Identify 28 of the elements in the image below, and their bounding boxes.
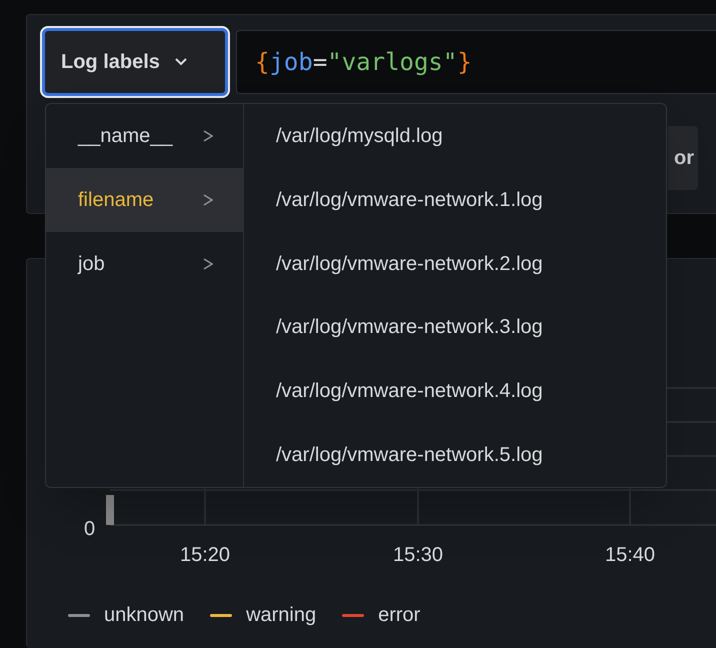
query-field[interactable]: {job="varlogs"}	[236, 30, 716, 94]
label-value-item[interactable]: /var/log/vmware-network.3.log	[276, 312, 543, 342]
x-axis-label: 15:20	[180, 543, 230, 568]
label-value-item[interactable]: /var/log/vmware-network.5.log	[276, 440, 543, 470]
label-menu-item[interactable]: filename	[46, 168, 243, 232]
chevron-right-icon	[203, 130, 213, 142]
label-value-item[interactable]: /var/log/vmware-network.4.log	[276, 376, 543, 406]
query-token: =	[312, 47, 328, 78]
legend-label[interactable]: error	[378, 600, 420, 630]
legend-label[interactable]: unknown	[104, 600, 184, 630]
query-button[interactable]: or	[668, 126, 698, 190]
legend-label[interactable]: warning	[246, 600, 316, 630]
query-token: "varlogs"	[327, 47, 458, 78]
y-axis-label: 0	[84, 517, 96, 542]
chevron-right-icon	[203, 194, 213, 206]
label-menu-item[interactable]: __name__	[46, 104, 243, 168]
query-token: job	[269, 47, 313, 78]
chevron-right-icon	[203, 258, 213, 270]
label-menu-item[interactable]: job	[46, 232, 243, 296]
label-value-item[interactable]: /var/log/vmware-network.2.log	[276, 248, 543, 279]
label-value-item[interactable]: /var/log/vmware-network.1.log	[276, 184, 543, 215]
chevron-down-icon	[174, 57, 188, 67]
x-axis-label: 15:40	[604, 543, 656, 568]
query-token: {	[255, 47, 270, 78]
label-value-item[interactable]: /var/log/mysqld.log	[276, 120, 443, 151]
query-token: }	[457, 47, 472, 78]
log-labels-button[interactable]: Log labels	[42, 28, 228, 96]
x-axis-label: 15:30	[392, 543, 444, 568]
